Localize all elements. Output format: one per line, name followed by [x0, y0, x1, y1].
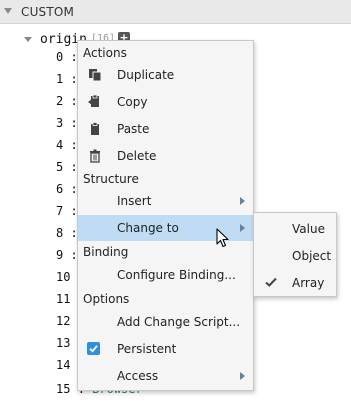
submenu-item-object[interactable]: Object [254, 242, 336, 268]
menu-section-binding: Binding [83, 245, 129, 259]
duplicate-icon [89, 69, 102, 82]
copy-icon [88, 95, 99, 107]
tree-row[interactable]: 2 : [56, 94, 78, 116]
menu-item-delete[interactable]: Delete [78, 143, 253, 169]
tree-row[interactable]: 4 : [56, 138, 78, 160]
tree-row[interactable]: 1 : [56, 72, 78, 94]
submenu-arrow-icon [240, 197, 245, 205]
mouse-cursor-icon [216, 228, 229, 248]
checkmark-icon [89, 345, 98, 353]
menu-item-access[interactable]: Access [78, 363, 253, 389]
menu-item-duplicate[interactable]: Duplicate [78, 62, 253, 88]
context-menu: Actions Duplicate Copy Paste Delete Stru… [77, 40, 254, 391]
menu-section-options: Options [83, 292, 130, 306]
submenu-item-value[interactable]: Value [254, 215, 336, 241]
menu-item-copy[interactable]: Copy [78, 89, 253, 115]
tree-row[interactable]: 5 : [56, 160, 78, 182]
submenu-item-array[interactable]: Array [254, 269, 336, 295]
section-title: CUSTOM [21, 5, 75, 19]
paste-icon [91, 122, 99, 135]
menu-item-persistent[interactable]: Persistent [78, 336, 253, 362]
tree-row[interactable]: 0 : [56, 50, 78, 72]
menu-section-actions: Actions [83, 46, 127, 60]
tree-row[interactable]: 10 [56, 270, 70, 292]
expand-chevron-icon[interactable] [24, 37, 32, 42]
tree-row[interactable]: 9 : [56, 248, 78, 270]
checkmark-icon [265, 277, 277, 287]
menu-item-configure-binding[interactable]: Configure Binding... [78, 262, 253, 288]
tree-row[interactable]: 8 : [56, 226, 78, 248]
chevron-down-icon[interactable] [4, 8, 12, 14]
custom-section-header[interactable]: CUSTOM [0, 0, 351, 24]
submenu-arrow-icon [240, 372, 245, 380]
menu-item-insert[interactable]: Insert [78, 188, 253, 214]
menu-section-structure: Structure [83, 172, 139, 186]
tree-row[interactable]: 3 : [56, 116, 78, 138]
tree-row[interactable]: 12 [56, 314, 70, 336]
tree-row[interactable]: 6 : [56, 182, 78, 204]
tree-row[interactable]: 7 : [56, 204, 78, 226]
tree-row[interactable]: 13 [56, 336, 70, 358]
tree-row[interactable]: 14 [56, 358, 70, 380]
menu-item-paste[interactable]: Paste [78, 116, 253, 142]
trash-icon [90, 149, 100, 163]
change-to-submenu: Value Object Array [253, 212, 337, 297]
persistent-checkbox[interactable] [87, 342, 100, 355]
submenu-arrow-icon [240, 224, 245, 232]
menu-item-add-change-script[interactable]: Add Change Script... [78, 309, 253, 335]
tree-row[interactable]: 11 [56, 292, 70, 314]
